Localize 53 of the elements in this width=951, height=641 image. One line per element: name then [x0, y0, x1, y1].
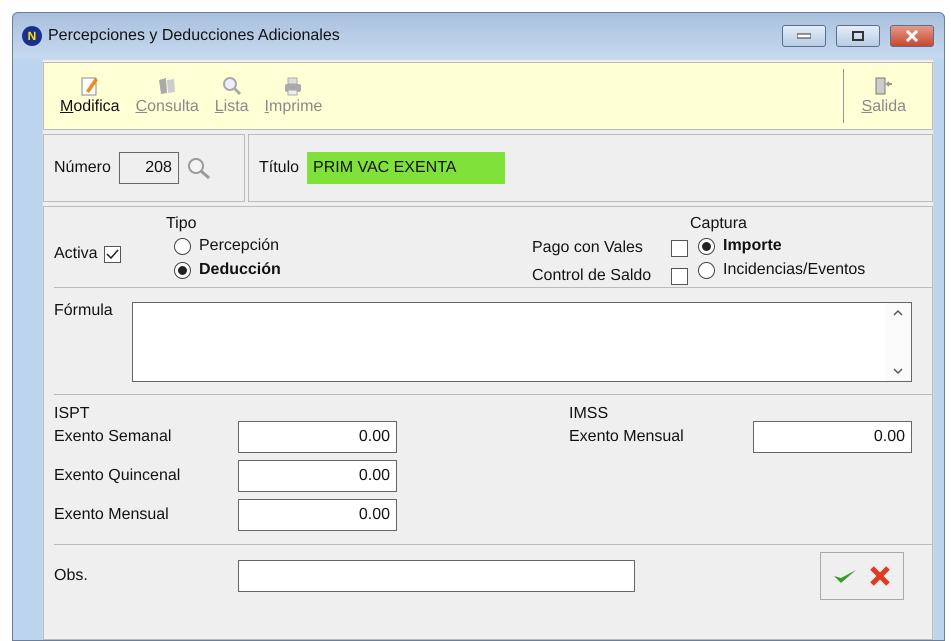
field-label: Exento Semanal — [54, 428, 172, 446]
group-label: ISPT — [54, 405, 90, 422]
minimize-button[interactable] — [782, 25, 826, 47]
field-label: Control de Saldo — [532, 267, 652, 285]
search-icon — [222, 76, 242, 96]
field-label: Activa — [54, 245, 98, 263]
formula-field[interactable] — [132, 302, 912, 382]
radio-button[interactable] — [174, 262, 191, 278]
checkbox[interactable] — [671, 240, 688, 256]
field-label: Exento Quincenal — [54, 466, 182, 484]
radio-button[interactable] — [698, 238, 715, 254]
group-label: Captura — [690, 215, 748, 233]
app-badge: N — [22, 26, 42, 46]
number-field[interactable]: 208 — [118, 152, 179, 184]
toolbar-button[interactable]: Modifica — [52, 63, 128, 129]
option-label: Percepción — [199, 237, 280, 255]
group-label: IMSS — [569, 405, 608, 422]
pencil-icon — [80, 76, 99, 96]
radio-button[interactable] — [698, 262, 715, 278]
cross-icon[interactable] — [869, 565, 891, 587]
amount-field[interactable]: 0.00 — [238, 420, 397, 452]
option-label: Importe — [723, 237, 782, 255]
scrollbar[interactable] — [885, 303, 911, 381]
field-label: Título — [259, 159, 300, 177]
scroll-down-icon[interactable] — [893, 368, 903, 375]
field-label: Pago con Vales — [532, 239, 643, 257]
field-label: Obs. — [54, 567, 89, 585]
scroll-up-icon[interactable] — [893, 309, 903, 316]
title-field[interactable]: PRIM VAC EXENTA — [307, 152, 506, 184]
maximize-button[interactable] — [836, 25, 880, 47]
close-icon — [905, 30, 919, 42]
printer-icon — [283, 76, 304, 96]
field-label: Fórmula — [54, 302, 114, 321]
close-button[interactable] — [890, 25, 934, 47]
checkbox[interactable] — [671, 268, 688, 284]
checkbox[interactable] — [104, 246, 121, 262]
maximize-icon — [852, 31, 864, 41]
window-title: Percepciones y Deducciones Adicionales — [48, 27, 341, 45]
field-label: Exento Mensual — [54, 506, 170, 524]
amount-field[interactable]: 0.00 — [238, 498, 397, 530]
radio-button[interactable] — [174, 238, 191, 254]
observations-field[interactable] — [238, 560, 635, 592]
option-label: Incidencias/Eventos — [723, 261, 866, 279]
option-label: Deducción — [199, 261, 281, 279]
amount-field[interactable]: 0.00 — [238, 460, 397, 492]
field-label: Exento Mensual — [569, 428, 685, 446]
field-label: Número — [54, 159, 111, 177]
search-icon[interactable] — [186, 157, 211, 179]
door-icon — [874, 76, 894, 96]
amount-field[interactable]: 0.00 — [753, 420, 912, 452]
group-label: Tipo — [166, 215, 198, 233]
minimize-icon — [797, 33, 811, 39]
book-icon — [157, 76, 178, 96]
